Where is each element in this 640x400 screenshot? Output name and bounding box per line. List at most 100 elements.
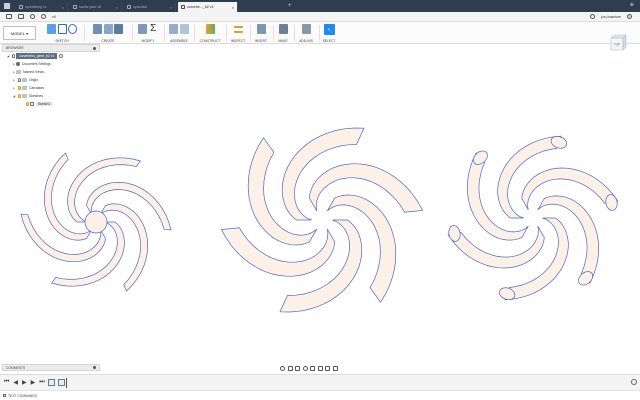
comments-panel[interactable]: COMMENTS [2, 364, 100, 371]
expand-triangle-icon[interactable]: ▸ [12, 78, 16, 82]
tree-item-sketches[interactable]: ◢ Sketches [2, 92, 100, 100]
file-menu-icon[interactable] [6, 14, 12, 19]
addins-group[interactable]: ADD-INS [295, 24, 317, 43]
timeline-settings-gear-icon[interactable] [631, 379, 637, 385]
expand-triangle-icon[interactable]: ◢ [12, 94, 16, 98]
document-tab-3[interactable]: cycloidal × [124, 2, 176, 12]
close-icon[interactable]: × [232, 5, 234, 10]
revolve-icon[interactable] [103, 24, 113, 34]
visibility-bulb-icon[interactable] [11, 54, 15, 58]
new-tab-plus-icon[interactable]: + [288, 3, 292, 9]
tree-item-named-views[interactable]: ▸ Named Views [2, 68, 100, 76]
construct-group[interactable]: CONSTRUCT [196, 24, 224, 43]
inspect-group[interactable]: INSPECT [228, 24, 248, 43]
folder-icon [16, 70, 21, 74]
go-to-end-icon[interactable]: ⏭ [39, 379, 44, 386]
sketch-pattern-left[interactable] [20, 152, 172, 292]
create-sketch-icon[interactable] [47, 24, 56, 34]
timeline-canvas-icon[interactable] [47, 379, 55, 386]
line-icon[interactable] [57, 24, 67, 34]
divider [84, 25, 85, 41]
go-to-start-icon[interactable]: ⏮ [4, 379, 9, 386]
pattern-icon[interactable] [114, 24, 123, 34]
scripts-icon[interactable] [301, 24, 311, 34]
collapse-icon[interactable] [93, 46, 96, 50]
expand-triangle-icon[interactable]: ◢ [6, 54, 10, 58]
pan-icon[interactable] [295, 366, 300, 371]
data-panel-grid-icon[interactable] [4, 3, 10, 9]
tree-item-origin[interactable]: ▸ Origin [2, 76, 100, 84]
document-tab-1[interactable]: cycoidbing v1 × [16, 2, 68, 12]
text-commands-label[interactable]: TEXT COMMANDS [8, 394, 37, 398]
finish-sketch-icon[interactable] [68, 24, 77, 34]
select-arrow-icon[interactable]: ↖ [323, 24, 335, 35]
tree-root[interactable]: ◢ curveheho_gene_b2 v1 [2, 52, 100, 60]
timeline-marker[interactable] [65, 377, 68, 388]
visibility-bulb-icon[interactable] [25, 102, 29, 106]
help-icon[interactable]: ? [627, 14, 632, 19]
redo-icon[interactable] [41, 14, 46, 19]
viewports-icon[interactable] [332, 366, 338, 371]
look-at-icon[interactable] [287, 366, 293, 371]
close-icon[interactable]: × [116, 5, 118, 10]
offset-plane-icon[interactable] [205, 24, 215, 34]
folder-icon [22, 94, 27, 98]
sketch-pattern-right[interactable] [447, 134, 619, 301]
step-forward-icon[interactable]: ▶ [31, 379, 36, 386]
timeline-sketch-icon[interactable] [57, 379, 65, 386]
visibility-bulb-icon[interactable] [17, 94, 21, 98]
viewcube[interactable]: TOP [608, 34, 628, 52]
account-area: jon.trawtom ? [590, 14, 632, 19]
sketch-group[interactable]: SKETCH [42, 24, 82, 43]
extrude-icon[interactable] [93, 24, 102, 34]
root-component-label[interactable]: curveheho_gene_b2 v1 [16, 53, 58, 59]
make-group[interactable]: MAKE [274, 24, 292, 43]
zoom-icon[interactable] [302, 366, 308, 371]
measure-icon[interactable] [233, 26, 243, 33]
sketch-hub[interactable] [84, 210, 108, 234]
browser-header[interactable]: BROWSER [2, 44, 100, 52]
press-pull-icon[interactable] [138, 24, 148, 34]
group-label-create: CREATE [101, 39, 115, 43]
sigma-icon[interactable]: Σ [149, 24, 158, 34]
select-group[interactable]: ↖ SELECT [320, 24, 338, 43]
modify-group[interactable]: Σ MODIFY [134, 24, 162, 43]
text-commands-icon[interactable] [3, 394, 6, 397]
close-icon[interactable]: × [62, 5, 64, 10]
visibility-bulb-icon[interactable] [17, 86, 21, 90]
insert-image-icon[interactable] [256, 24, 266, 34]
tree-item-sketch1[interactable]: Sketch1 [2, 100, 100, 108]
save-icon[interactable] [18, 14, 24, 19]
sketch-pattern-center[interactable] [220, 127, 424, 313]
play-icon[interactable]: ▶ [22, 379, 27, 386]
step-back-icon[interactable]: ◀ [13, 379, 18, 386]
workspace-switcher[interactable]: MODEL ▾ [3, 26, 36, 40]
clock-icon[interactable] [590, 14, 596, 19]
undo-icon[interactable] [30, 14, 35, 19]
tree-item-canvases[interactable]: ▸ Canvases [2, 84, 100, 92]
activate-radio-icon[interactable] [59, 54, 64, 58]
group-label-assemble: ASSEMBLE [170, 39, 188, 43]
tree-item-document-settings[interactable]: ▸ Document Settings [2, 60, 100, 68]
gear-icon [16, 62, 20, 66]
close-icon[interactable]: × [170, 5, 172, 10]
visibility-bulb-icon[interactable] [17, 78, 21, 82]
document-tab-2[interactable]: savior.yuto v8 × [70, 2, 122, 12]
assemble-group[interactable]: ASSEMBLE [166, 24, 192, 43]
sketch-profiles[interactable] [20, 127, 619, 313]
insert-group[interactable]: INSERT [251, 24, 271, 43]
create-group[interactable]: CREATE [86, 24, 130, 43]
grid-settings-icon[interactable] [325, 366, 330, 371]
expand-triangle-icon[interactable]: ▸ [12, 86, 16, 90]
fit-icon[interactable] [310, 366, 315, 371]
joint-icon[interactable] [179, 24, 189, 34]
new-component-icon[interactable] [169, 24, 179, 34]
display-settings-icon[interactable] [317, 366, 323, 371]
user-name[interactable]: jon.trawtom [601, 15, 621, 19]
tab-overflow-icon[interactable]: ⊕ [630, 2, 634, 8]
group-label-make: MAKE [278, 39, 288, 43]
add-comment-icon[interactable] [93, 366, 96, 369]
3d-print-icon[interactable] [278, 24, 288, 34]
orbit-icon[interactable] [280, 366, 285, 371]
document-tab-active[interactable]: curvehe..._b2 v1 × [178, 2, 238, 12]
